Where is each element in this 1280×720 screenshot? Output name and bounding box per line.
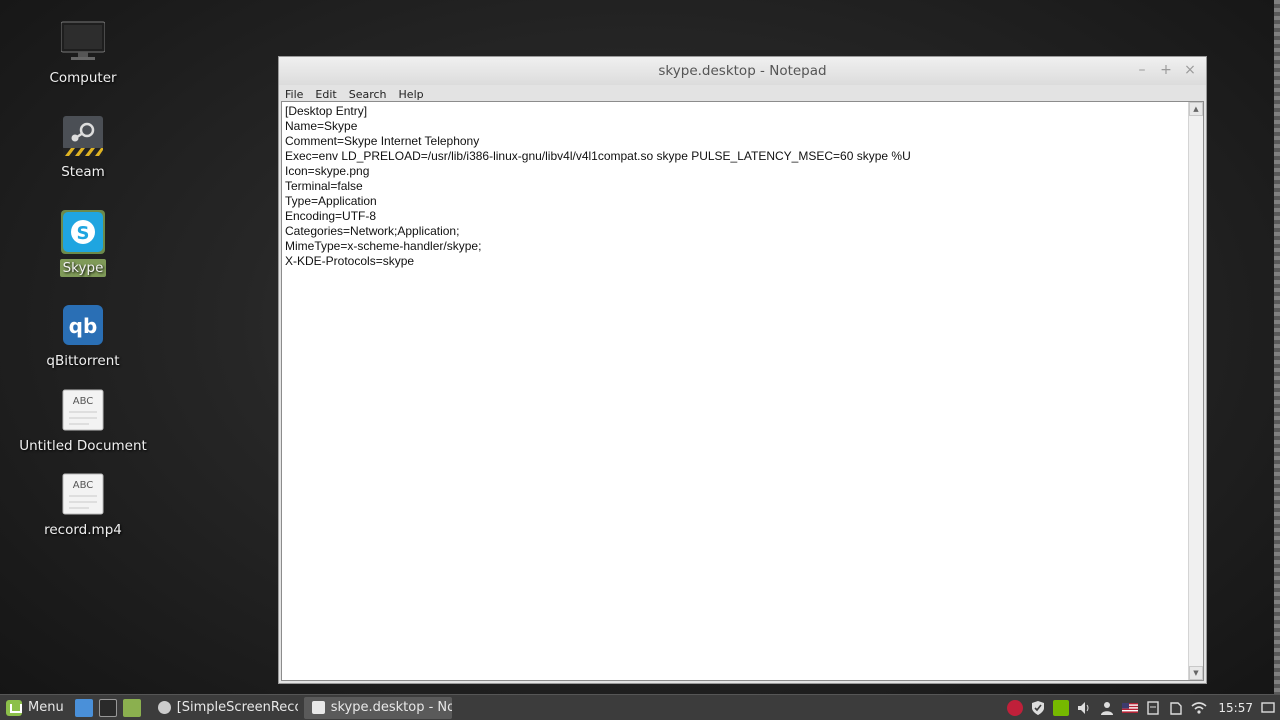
volume-icon[interactable]: [1076, 700, 1092, 716]
abc-badge: ABC: [73, 480, 94, 491]
desktop-icon-label: Untitled Document: [19, 438, 147, 454]
desktop-icon-label: record.mp4: [44, 522, 122, 538]
record-indicator-icon[interactable]: [1007, 699, 1024, 716]
window-controls: – + ×: [1134, 61, 1198, 79]
menu-file[interactable]: File: [285, 88, 303, 101]
minimize-icon[interactable]: –: [1134, 61, 1150, 79]
notepad-icon: [311, 701, 325, 714]
close-icon[interactable]: ×: [1182, 61, 1198, 79]
system-tray: 15:57: [1007, 699, 1280, 716]
steam-icon: [61, 114, 105, 158]
abc-badge: ABC: [73, 396, 94, 407]
svg-text:qb: qb: [69, 314, 98, 338]
skype-icon: S: [61, 210, 105, 254]
desktop-icon-label: Steam: [61, 164, 105, 180]
menu-label: Menu: [28, 700, 64, 715]
editor-line: X-KDE-Protocols=skype: [285, 254, 415, 268]
mint-logo-icon: [6, 699, 22, 716]
editor-line: Categories=Network;Application;: [285, 224, 460, 238]
desktop-icon-label: Computer: [49, 70, 117, 86]
task-label: skype.desktop - No...: [330, 700, 452, 715]
editor-line: Encoding=UTF-8: [285, 209, 377, 223]
notepad-window[interactable]: skype.desktop - Notepad – + × File Edit …: [278, 56, 1207, 684]
clipboard-icon[interactable]: [1145, 700, 1161, 716]
shield-icon[interactable]: [1030, 700, 1046, 716]
menu-search[interactable]: Search: [349, 88, 387, 101]
update-icon[interactable]: [1168, 700, 1184, 716]
terminal-launcher-icon[interactable]: [98, 698, 117, 717]
clock[interactable]: 15:57: [1218, 701, 1253, 715]
editor-line: Icon=skype.png: [285, 164, 370, 178]
editor-line: [Desktop Entry]: [285, 104, 368, 118]
task-notepad[interactable]: skype.desktop - No...: [303, 696, 452, 719]
text-document-icon: ABC: [61, 472, 105, 516]
scroll-up-icon[interactable]: ▲: [1189, 102, 1203, 116]
window-title: skype.desktop - Notepad: [658, 63, 827, 79]
editor-line: MimeType=x-scheme-handler/skype;: [285, 239, 482, 253]
nvidia-icon[interactable]: [1053, 699, 1070, 716]
editor-line: Terminal=false: [285, 179, 363, 193]
desktop-icon-steam[interactable]: Steam: [18, 114, 148, 181]
screen-edge-strip: [1274, 0, 1280, 694]
desktop-icon-skype[interactable]: S Skype: [18, 210, 148, 277]
user-icon[interactable]: [1099, 700, 1115, 716]
vertical-scrollbar[interactable]: ▲ ▼: [1188, 102, 1203, 680]
desktop-icon-label: Skype: [59, 259, 107, 277]
editor-line: Name=Skype: [285, 119, 358, 133]
task-label: [SimpleScreenReco...: [176, 700, 298, 715]
desktop-icon-record-mp4[interactable]: ABC record.mp4: [18, 472, 148, 539]
desktop-icon-qbittorrent[interactable]: qb qBittorrent: [18, 303, 148, 370]
text-editor[interactable]: [Desktop Entry] Name=Skype Comment=Skype…: [281, 101, 1204, 681]
scroll-down-icon[interactable]: ▼: [1189, 666, 1203, 680]
files-launcher-icon[interactable]: [122, 698, 141, 717]
editor-content[interactable]: [Desktop Entry] Name=Skype Comment=Skype…: [285, 104, 911, 269]
editor-line: Comment=Skype Internet Telephony: [285, 134, 480, 148]
wifi-icon[interactable]: [1191, 700, 1207, 716]
desktop-icon-label: qBittorrent: [46, 353, 120, 369]
maximize-icon[interactable]: +: [1158, 61, 1174, 79]
computer-icon: [60, 20, 106, 64]
taskbar: Menu [SimpleScreenReco... skype.desktop …: [0, 694, 1280, 720]
show-desktop-icon[interactable]: [1260, 700, 1276, 716]
text-document-icon: ABC: [61, 388, 105, 432]
browser-launcher-icon[interactable]: [74, 698, 93, 717]
svg-text:S: S: [77, 223, 90, 244]
menu-edit[interactable]: Edit: [315, 88, 336, 101]
qbittorrent-icon: qb: [61, 303, 105, 347]
menu-help[interactable]: Help: [399, 88, 424, 101]
us-flag-icon[interactable]: [1122, 700, 1139, 716]
recorder-icon: [157, 701, 171, 714]
desktop-icon-untitled-document[interactable]: ABC Untitled Document: [18, 388, 148, 455]
task-simplescreenrecorder[interactable]: [SimpleScreenReco...: [150, 697, 298, 719]
editor-line: Type=Application: [285, 194, 377, 208]
window-titlebar[interactable]: skype.desktop - Notepad – + ×: [279, 57, 1206, 85]
desktop-icon-computer[interactable]: Computer: [18, 20, 148, 87]
editor-line: Exec=env LD_PRELOAD=/usr/lib/i386-linux-…: [285, 149, 911, 163]
menu-button[interactable]: Menu: [0, 695, 72, 720]
